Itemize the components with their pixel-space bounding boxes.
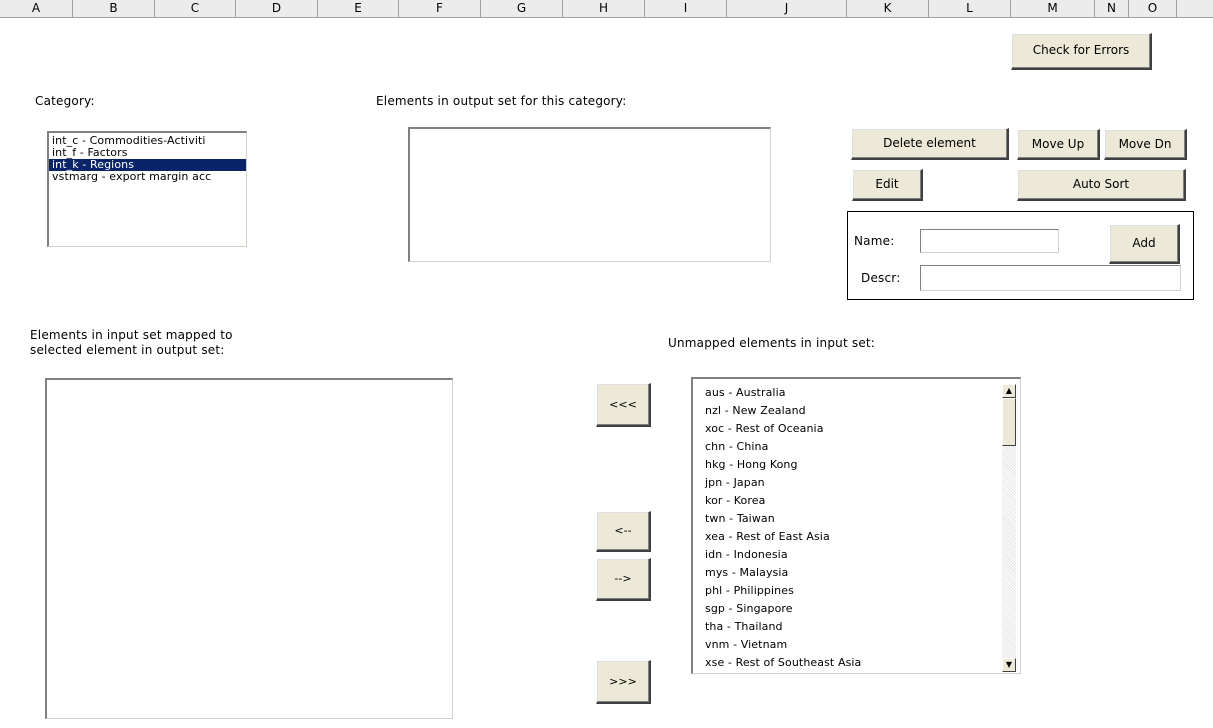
move-up-button[interactable]: Move Up [1017, 129, 1100, 160]
scrollbar-track[interactable] [1002, 446, 1016, 658]
column-header-k[interactable]: K [847, 0, 929, 17]
move-down-button[interactable]: Move Dn [1104, 129, 1187, 160]
column-header-l[interactable]: L [929, 0, 1011, 17]
unmapped-item[interactable]: chn - China [693, 438, 995, 456]
unmapped-item[interactable]: tha - Thailand [693, 618, 995, 636]
column-header-i[interactable]: I [645, 0, 727, 17]
unmapped-item[interactable]: jpn - Japan [693, 474, 995, 492]
unmapped-item[interactable]: xoc - Rest of Oceania [693, 420, 995, 438]
category-item-int-f[interactable]: int_f - Factors [49, 147, 246, 159]
mapped-elements-listbox[interactable] [45, 378, 453, 719]
column-header-d[interactable]: D [236, 0, 318, 17]
delete-element-button[interactable]: Delete element [851, 128, 1009, 160]
unmapped-item[interactable]: xea - Rest of East Asia [693, 528, 995, 546]
unmapped-item[interactable]: mys - Malaysia [693, 564, 995, 582]
map-left-button[interactable]: <-- [596, 511, 651, 552]
column-header-a[interactable]: A [0, 0, 73, 17]
unmapped-item[interactable]: aus - Australia [693, 384, 995, 402]
unmapped-item[interactable]: sgp - Singapore [693, 600, 995, 618]
scroll-down-arrow-icon[interactable]: ▼ [1002, 658, 1016, 672]
name-input[interactable] [920, 229, 1059, 253]
mapped-label-line2: selected element in output set: [30, 343, 225, 357]
column-header-n[interactable]: N [1095, 0, 1129, 17]
category-item-int-c[interactable]: int_c - Commodities-Activiti [49, 135, 246, 147]
category-listbox[interactable]: int_c - Commodities-Activiti int_f - Fac… [47, 131, 247, 247]
unmapped-label: Unmapped elements in input set: [668, 336, 876, 350]
new-element-panel: Name: Add Descr: [847, 211, 1194, 300]
unmapped-item[interactable]: phl - Philippines [693, 582, 995, 600]
column-header-e[interactable]: E [318, 0, 399, 17]
column-header-b[interactable]: B [73, 0, 155, 17]
unmapped-item[interactable]: hkg - Hong Kong [693, 456, 995, 474]
add-button[interactable]: Add [1109, 224, 1180, 264]
unmapped-item[interactable]: twn - Taiwan [693, 510, 995, 528]
scrollbar-thumb[interactable] [1002, 398, 1016, 446]
descr-label: Descr: [861, 271, 901, 285]
category-label: Category: [35, 94, 95, 108]
unmapped-item[interactable]: vnm - Vietnam [693, 636, 995, 654]
unmapped-elements-listbox[interactable]: aus - Australia nzl - New Zealand xoc - … [691, 377, 1021, 674]
column-header-m[interactable]: M [1011, 0, 1095, 17]
descr-input[interactable] [920, 265, 1181, 291]
column-header-g[interactable]: G [481, 0, 563, 17]
unmapped-item[interactable]: kor - Korea [693, 492, 995, 510]
column-header-f[interactable]: F [399, 0, 481, 17]
output-set-label: Elements in output set for this category… [376, 94, 627, 108]
edit-button[interactable]: Edit [852, 169, 923, 201]
unmapped-item[interactable]: nzl - New Zealand [693, 402, 995, 420]
map-all-left-button[interactable]: <<< [596, 383, 651, 427]
auto-sort-button[interactable]: Auto Sort [1017, 169, 1186, 201]
column-header-row: A B C D E F G H I J K L M N O [0, 0, 1213, 18]
scroll-up-arrow-icon[interactable]: ▲ [1002, 384, 1016, 398]
check-errors-button[interactable]: Check for Errors [1011, 33, 1152, 70]
map-right-button[interactable]: --> [596, 558, 651, 601]
name-label: Name: [854, 234, 895, 248]
column-header-j[interactable]: J [727, 0, 847, 17]
column-header-o[interactable]: O [1129, 0, 1177, 17]
mapped-label-line1: Elements in input set mapped to [30, 328, 233, 342]
column-header-c[interactable]: C [155, 0, 236, 17]
category-item-int-k[interactable]: int_k - Regions [49, 159, 246, 171]
map-all-right-button[interactable]: >>> [596, 660, 651, 704]
unmapped-item[interactable]: idn - Indonesia [693, 546, 995, 564]
output-set-listbox[interactable] [408, 127, 771, 262]
category-item-vstmarg[interactable]: vstmarg - export margin acc [49, 171, 246, 183]
unmapped-item[interactable]: xse - Rest of Southeast Asia [693, 654, 995, 672]
column-header-h[interactable]: H [563, 0, 645, 17]
